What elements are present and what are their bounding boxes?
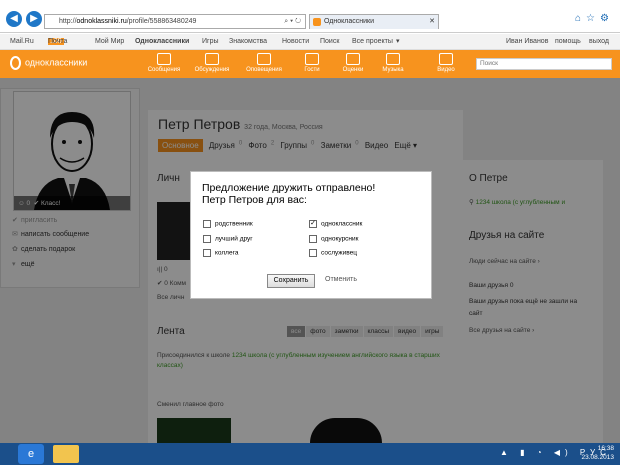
address-bar[interactable]: http://odnoklassniki.ru/profile/55886348… [44,14,306,29]
nav-news[interactable]: Новости [282,34,309,49]
friend-relation-dialog: Предложение дружить отправлено! Петр Пет… [190,171,432,299]
clock[interactable]: 16:38 23.08.2013 [581,444,614,462]
checkbox[interactable] [203,220,211,228]
option-coursemate[interactable]: однокурсник [309,235,359,243]
toolbar-ratings[interactable]: Оценки [334,53,372,73]
checkbox[interactable] [309,249,317,257]
bell-icon [257,53,271,65]
clock-date: 23.08.2013 [581,454,614,461]
footprints-icon [305,53,319,65]
envelope-icon [157,53,171,65]
nav-mailru[interactable]: Mail.Ru [10,34,34,49]
address-controls-icon[interactable]: ⌕▾↻ [284,15,303,28]
star-icon [346,53,360,65]
logo-text: одноклассники [25,57,88,68]
option-label: одноклассник [321,220,363,228]
help-link[interactable]: помощь [555,34,581,49]
ie-taskbar-icon[interactable]: e [18,444,44,464]
music-icon [386,53,400,65]
ok-logo-icon [10,56,21,70]
toolbar-label: Обсуждения [194,67,230,73]
nav-mail-label: Почта [48,38,68,45]
toolbar-music[interactable]: Музыка [374,53,412,73]
toolbar-notifications[interactable]: Оповещения [245,53,283,73]
toolbar-label: Оценки [342,67,364,73]
nav-all-projects[interactable]: Все проекты [352,34,393,49]
forward-button[interactable]: ▶ [26,11,42,27]
cancel-button[interactable]: Отменить [325,276,357,283]
toolbar-label: Видео [437,67,455,73]
toolbar-video[interactable]: Видео [427,53,465,73]
option-coworker[interactable]: сослуживец [309,249,357,257]
toolbar-label: Гости [304,67,320,73]
nav-odnoklassniki[interactable]: Одноклассники [135,34,189,49]
toolbar-label: Оповещения [246,67,282,73]
address-scheme: http:// [59,18,77,25]
save-button[interactable]: Сохранить [267,274,315,288]
chat-icon [205,53,219,65]
tab-title: Одноклассники [324,18,375,25]
explorer-taskbar-icon[interactable] [53,445,79,463]
nav-dating[interactable]: Знакомства [229,34,267,49]
toolbar-label: Музыка [382,67,404,73]
site-logo[interactable]: одноклассники [10,56,87,70]
option-label: коллега [215,249,239,257]
toolbar-label: Сообщения [147,67,181,73]
portal-nav: Mail.Ru Почта 100 Мой Мир Одноклассники … [0,34,620,50]
option-best-friend[interactable]: лучший друг [203,235,253,243]
browser-tools-icons[interactable]: ⌂☆⚙ [575,13,614,24]
back-button[interactable]: ◀ [6,11,22,27]
option-classmate[interactable]: ✓ одноклассник [309,220,362,228]
option-label: сослуживец [321,249,358,257]
checkbox[interactable] [203,249,211,257]
chevron-down-icon: ▾ [396,38,400,45]
nav-myworld[interactable]: Мой Мир [95,34,124,49]
search-input[interactable]: Поиск [476,58,612,70]
toolbar-discussions[interactable]: Обсуждения [193,53,231,73]
address-host: odnoklassniki.ru [76,18,127,25]
checkbox[interactable] [203,235,211,243]
option-relative[interactable]: родственник [203,220,253,228]
address-path: /profile/558863480249 [126,18,197,25]
option-label: лучший друг [215,235,253,243]
nav-search[interactable]: Поиск [320,34,339,49]
option-label: родственник [215,220,253,228]
browser-tab[interactable]: Одноклассники ✕ [309,14,439,29]
close-tab-icon[interactable]: ✕ [429,15,435,28]
nav-games[interactable]: Игры [202,34,219,49]
nav-mail[interactable]: Почта 100 [48,34,68,49]
dialog-title-line2: Петр Петров для вас: [202,194,307,206]
option-label: однокурсник [321,235,359,243]
dialog-title-line1: Предложение дружить отправлено! [202,182,376,194]
user-name[interactable]: Иван Иванов [506,34,548,49]
checkbox[interactable] [309,235,317,243]
video-icon [439,53,453,65]
exit-link[interactable]: выход [589,34,609,49]
toolbar-messages[interactable]: Сообщения [145,53,183,73]
dialog-title: Предложение дружить отправлено! Петр Пет… [202,182,422,206]
checkbox-checked[interactable]: ✓ [309,220,317,228]
option-colleague[interactable]: коллега [203,249,238,257]
favicon-icon [313,18,321,26]
clock-time: 16:38 [597,445,614,452]
toolbar-guests[interactable]: Гости [293,53,331,73]
